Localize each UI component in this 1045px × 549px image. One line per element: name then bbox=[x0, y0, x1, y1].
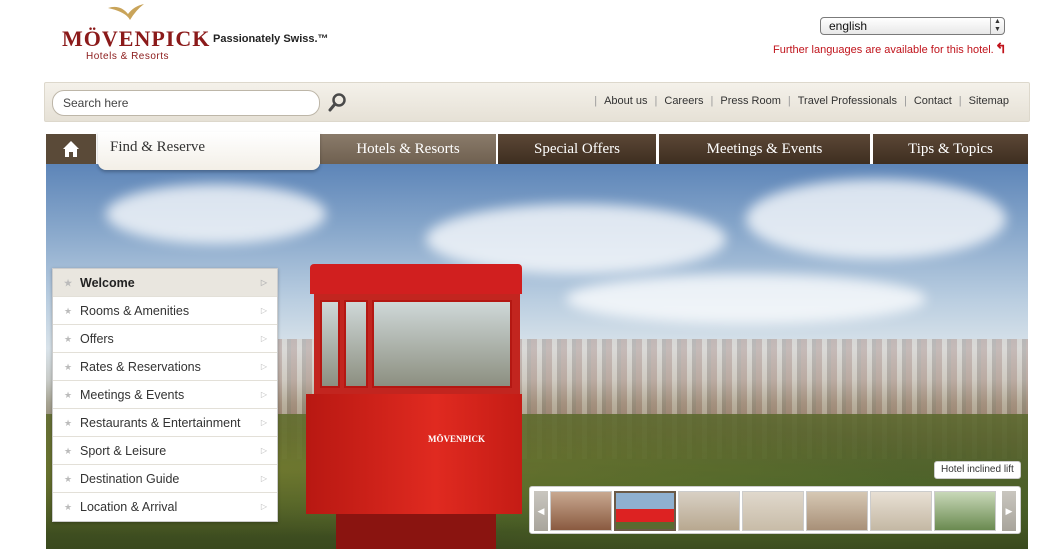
top-links: | About us | Careers | Press Room | Travel P… bbox=[594, 95, 1009, 107]
tab-special-offers[interactable]: Special Offers bbox=[498, 134, 656, 164]
link-sitemap[interactable]: Sitemap bbox=[969, 95, 1009, 107]
cabin-roof bbox=[310, 264, 522, 294]
cabin-body bbox=[306, 394, 522, 514]
link-about-us[interactable]: About us bbox=[604, 95, 647, 107]
link-careers[interactable]: Careers bbox=[664, 95, 703, 107]
main-nav: Find & Reserve Hotels & Resorts Special … bbox=[44, 132, 1030, 170]
thumbnail-strip: ◀ ▶ bbox=[529, 486, 1021, 534]
sidebar-item-label: Welcome bbox=[80, 276, 135, 290]
brand-subtitle: Hotels & Resorts bbox=[86, 51, 170, 62]
cloud bbox=[746, 179, 1006, 259]
thumb-prev-icon[interactable]: ◀ bbox=[534, 491, 548, 531]
cabin-window bbox=[344, 300, 368, 388]
chevron-right-icon: ▷ bbox=[260, 278, 267, 287]
star-icon: ★ bbox=[64, 474, 73, 484]
select-arrows-icon: ▲ ▼ bbox=[990, 18, 1004, 34]
sidebar-item-label: Sport & Leisure bbox=[80, 444, 167, 458]
star-icon: ★ bbox=[64, 306, 73, 316]
thumbnail[interactable] bbox=[550, 491, 612, 531]
thumbnail[interactable] bbox=[870, 491, 932, 531]
sidebar-item-sport-leisure[interactable]: ★ Sport & Leisure ▷ bbox=[53, 437, 277, 465]
thumbnail[interactable] bbox=[678, 491, 740, 531]
cabin-window-people bbox=[372, 300, 512, 388]
cabin-window bbox=[320, 300, 340, 388]
sidebar-item-label: Offers bbox=[80, 332, 114, 346]
brand-name: MÖVENPICK bbox=[62, 26, 211, 51]
sidebar-item-meetings-events[interactable]: ★ Meetings & Events ▷ bbox=[53, 381, 277, 409]
brand-logo[interactable]: MÖVENPICK Hotels & Resorts bbox=[62, 4, 209, 62]
chevron-right-icon: ▷ bbox=[260, 390, 267, 399]
star-icon: ★ bbox=[64, 502, 73, 512]
language-selected: english bbox=[829, 19, 868, 33]
sidebar-item-label: Destination Guide bbox=[80, 472, 180, 486]
sidebar-item-rooms-amenities[interactable]: ★ Rooms & Amenities ▷ bbox=[53, 297, 277, 325]
star-icon: ★ bbox=[64, 362, 73, 372]
cloud bbox=[106, 184, 326, 244]
cloud bbox=[566, 274, 926, 324]
tab-meetings-events[interactable]: Meetings & Events bbox=[659, 134, 870, 164]
search-input[interactable]: Search here bbox=[52, 90, 320, 116]
chevron-right-icon: ▷ bbox=[260, 306, 267, 315]
sidebar-item-restaurants-entertainment[interactable]: ★ Restaurants & Entertainment ▷ bbox=[53, 409, 277, 437]
sidebar-item-label: Rates & Reservations bbox=[80, 360, 201, 374]
sidebar-item-offers[interactable]: ★ Offers ▷ bbox=[53, 325, 277, 353]
inclined-lift-cabin: MÖVENPICK bbox=[306, 264, 522, 549]
thumbnail[interactable] bbox=[806, 491, 868, 531]
chevron-right-icon: ▷ bbox=[260, 334, 267, 343]
link-travel-professionals[interactable]: Travel Professionals bbox=[798, 95, 897, 107]
star-icon: ★ bbox=[64, 334, 73, 344]
sidebar-item-label: Location & Arrival bbox=[80, 500, 178, 514]
utility-bar: Search here | About us | Careers | Press Ro… bbox=[44, 82, 1030, 122]
link-contact[interactable]: Contact bbox=[914, 95, 952, 107]
sidebar-item-label: Rooms & Amenities bbox=[80, 304, 190, 318]
home-icon bbox=[63, 141, 79, 157]
link-press-room[interactable]: Press Room bbox=[720, 95, 781, 107]
languages-note[interactable]: Further languages are available for this… bbox=[773, 44, 994, 56]
tagline: Passionately Swiss.™ bbox=[213, 33, 329, 45]
tab-tips-topics[interactable]: Tips & Topics bbox=[873, 134, 1028, 164]
sidebar-item-welcome[interactable]: ★ Welcome ▷ bbox=[53, 269, 277, 297]
hotel-side-menu: ★ Welcome ▷ ★ Rooms & Amenities ▷ ★ Offers ▷ ★… bbox=[52, 268, 278, 522]
thumbnail[interactable] bbox=[934, 491, 996, 531]
chevron-right-icon: ▷ bbox=[260, 418, 267, 427]
star-icon: ★ bbox=[64, 390, 73, 400]
chevron-right-icon: ▷ bbox=[260, 502, 267, 511]
tab-hotels-resorts[interactable]: Hotels & Resorts bbox=[320, 134, 496, 164]
sidebar-item-rates-reservations[interactable]: ★ Rates & Reservations ▷ bbox=[53, 353, 277, 381]
sidebar-item-label: Meetings & Events bbox=[80, 388, 185, 402]
cabin-glass bbox=[314, 294, 520, 394]
sidebar-item-location-arrival[interactable]: ★ Location & Arrival ▷ bbox=[53, 493, 277, 521]
language-select[interactable]: english ▲ ▼ bbox=[820, 17, 1005, 35]
star-icon: ★ bbox=[64, 278, 73, 288]
thumbnail-active[interactable] bbox=[614, 491, 676, 531]
chevron-right-icon: ▷ bbox=[260, 446, 267, 455]
cabin-logo: MÖVENPICK bbox=[428, 434, 485, 444]
tab-find-reserve[interactable]: Find & Reserve bbox=[98, 132, 320, 170]
sidebar-item-destination-guide[interactable]: ★ Destination Guide ▷ bbox=[53, 465, 277, 493]
star-icon: ★ bbox=[64, 446, 73, 456]
thumbnail[interactable] bbox=[742, 491, 804, 531]
star-icon: ★ bbox=[64, 418, 73, 428]
return-arrow-icon[interactable]: ↰ bbox=[995, 40, 1007, 57]
cabin-base bbox=[336, 514, 496, 549]
chevron-right-icon: ▷ bbox=[260, 362, 267, 371]
chevron-right-icon: ▷ bbox=[260, 474, 267, 483]
bird-logo-icon bbox=[108, 4, 144, 20]
thumb-next-icon[interactable]: ▶ bbox=[1002, 491, 1016, 531]
image-caption: Hotel inclined lift bbox=[934, 461, 1021, 479]
sidebar-item-label: Restaurants & Entertainment bbox=[80, 416, 241, 430]
home-button[interactable] bbox=[46, 134, 96, 164]
search-icon[interactable] bbox=[328, 92, 348, 112]
